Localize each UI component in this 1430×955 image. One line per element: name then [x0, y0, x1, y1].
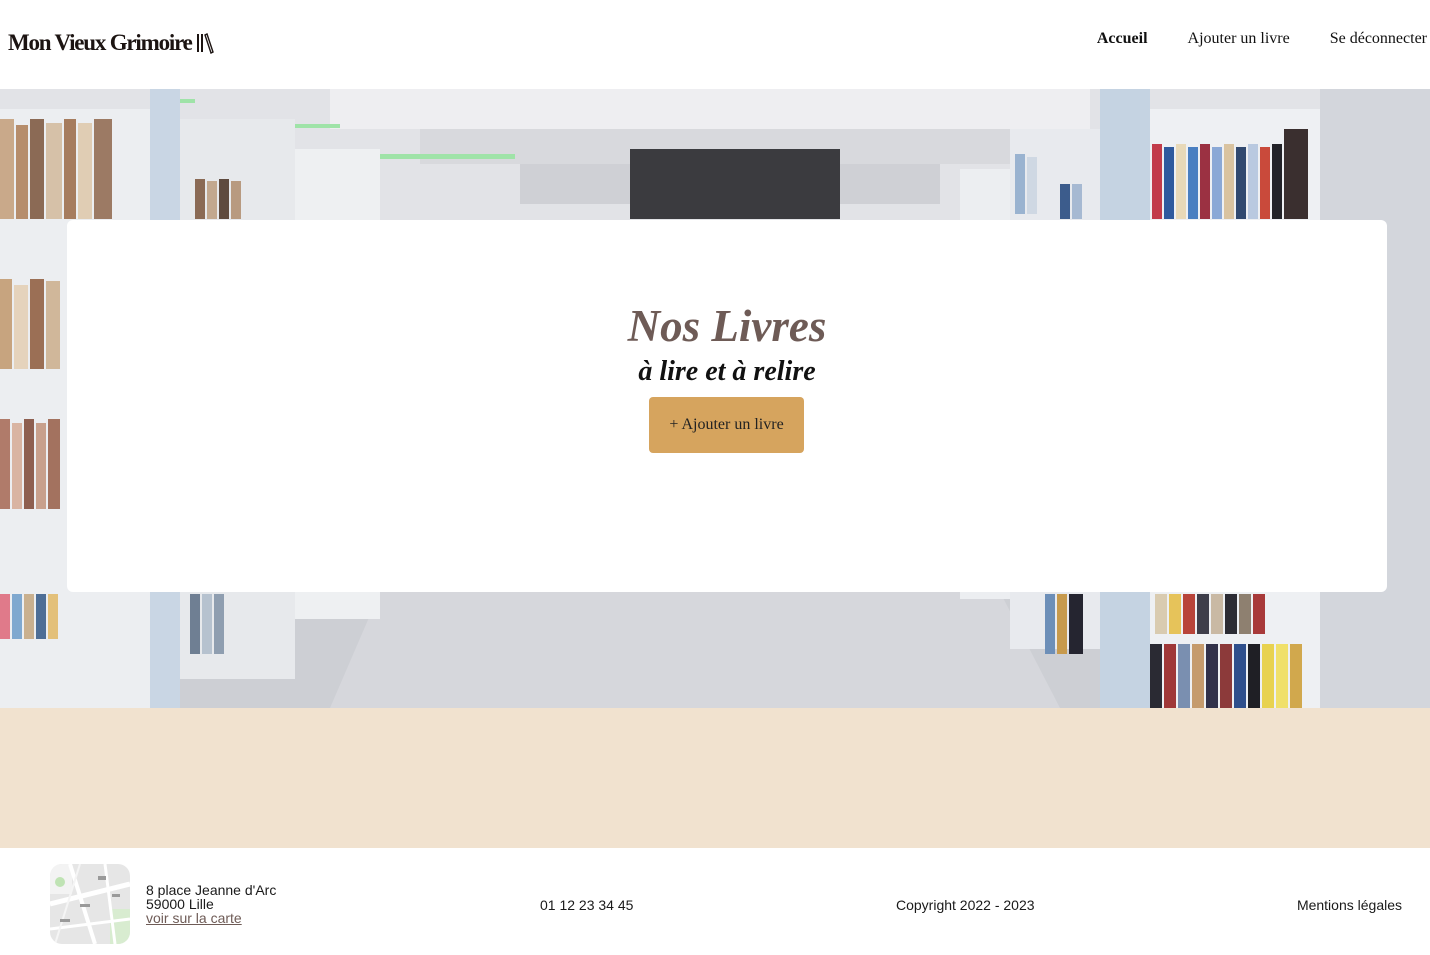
- copyright-text: Copyright 2022 - 2023: [896, 897, 1035, 913]
- map-link[interactable]: voir sur la carte: [146, 910, 242, 926]
- map-thumbnail[interactable]: [50, 864, 130, 944]
- address-block: 8 place Jeanne d'Arc 59000 Lille voir su…: [146, 883, 276, 925]
- nav-ajouter-livre[interactable]: Ajouter un livre: [1188, 30, 1290, 48]
- hero-card: Nos Livres à lire et à relire + Ajouter …: [67, 220, 1387, 592]
- legal-link[interactable]: Mentions légales: [1297, 897, 1402, 913]
- nav-se-deconnecter[interactable]: Se déconnecter: [1330, 30, 1427, 48]
- logo-text: Mon Vieux Grimoire: [8, 30, 193, 55]
- add-book-button[interactable]: + Ajouter un livre: [649, 397, 804, 453]
- books-section: [0, 708, 1430, 848]
- map-icon: [50, 864, 130, 944]
- logo[interactable]: Mon Vieux Grimoire: [8, 30, 214, 56]
- books-icon: [196, 33, 214, 54]
- hero-banner: Nos Livres à lire et à relire + Ajouter …: [0, 89, 1430, 708]
- page-subtitle: à lire et à relire: [638, 356, 816, 387]
- main-nav: Accueil Ajouter un livre Se déconnecter: [1097, 30, 1427, 48]
- address-line-1: 8 place Jeanne d'Arc: [146, 882, 277, 898]
- page-title: Nos Livres: [627, 301, 827, 351]
- site-header: Mon Vieux Grimoire Accueil Ajouter un li…: [0, 0, 1430, 89]
- nav-accueil[interactable]: Accueil: [1097, 30, 1148, 48]
- phone-number: 01 12 23 34 45: [540, 897, 634, 913]
- address-line-2: 59000 Lille: [146, 896, 214, 912]
- site-footer: 8 place Jeanne d'Arc 59000 Lille voir su…: [0, 848, 1430, 955]
